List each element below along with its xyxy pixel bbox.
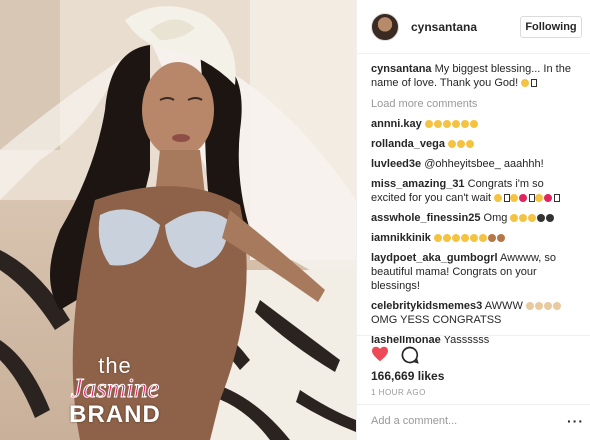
grin-emoji-icon [442,234,451,242]
comment-username[interactable]: luvleed3e [371,158,421,170]
clap-emoji-icon [552,302,561,310]
emoji-icon [535,194,544,202]
heart-eyes-emoji-icon [519,214,528,222]
comment: iamnikkinik [371,231,581,245]
heart-eyes-emoji-icon [469,120,478,128]
comment-username[interactable]: asswhole_finessin25 [371,212,480,224]
header-username[interactable]: cynsantana [411,20,477,34]
heart-eyes-emoji-icon [466,140,475,148]
post-timestamp: 1 HOUR AGO [371,388,426,397]
heart-eyes-emoji-icon [460,120,469,128]
caption: cynsantana My biggest blessing... In the… [371,62,581,90]
comment-text-continued: OMG YESS CONGRATSS [371,314,502,326]
clap-emoji-icon [525,302,534,310]
heart-emoji-icon [544,194,553,202]
unsupported-glyph-icon [531,79,538,87]
emoji-icon [494,194,503,202]
family-emoji-icon [496,234,505,242]
heart-eyes-emoji-icon [448,140,457,148]
comment: luvleed3e @ohheyitsbee_ aaahhh! [371,157,581,171]
comment-text: AWWW [484,300,523,312]
heart-eyes-emoji-icon [528,214,537,222]
comment: laydpoet_aka_gumbogrl Awwww, so beautifu… [371,251,581,293]
more-options-icon[interactable]: ··· [567,414,584,428]
clap-emoji-icon [543,302,552,310]
emoji-icon [521,79,530,87]
post-sidebar: cynsantana Following cynsantana My bigge… [356,0,590,440]
eyes-emoji-icon [537,214,546,222]
comments-list: cynsantana My biggest blessing... In the… [371,62,581,353]
caption-username[interactable]: cynsantana [371,63,432,75]
heart-emoji-icon [519,194,528,202]
comment: rollanda_vega [371,137,581,151]
grin-emoji-icon [478,234,487,242]
heart-eyes-emoji-icon [433,120,442,128]
unsupported-glyph-icon [554,194,561,202]
comment-username[interactable]: annni.kay [371,118,422,130]
comment-username[interactable]: celebritykidsmemes3 [371,300,482,312]
avatar[interactable] [371,13,399,41]
add-comment-bar: ··· [357,404,590,440]
comment: annni.kay [371,117,581,131]
comment-text: @ohheyitsbee_ aaahhh! [424,158,544,170]
comment-text: Omg [483,212,508,224]
eyes-emoji-icon [546,214,555,222]
likes-count[interactable]: 166,669 likes [371,369,444,383]
heart-eyes-emoji-icon [451,120,460,128]
add-comment-input[interactable] [371,415,551,427]
grin-emoji-icon [433,234,442,242]
post-actions: 166,669 likes 1 HOUR AGO ··· [357,335,590,440]
heart-icon[interactable] [371,346,389,362]
post-header: cynsantana Following [357,0,590,54]
comment-icon[interactable] [401,346,419,364]
clap-emoji-icon [534,302,543,310]
grin-emoji-icon [460,234,469,242]
comment-username[interactable]: laydpoet_aka_gumbogrl [371,252,498,264]
post-photo[interactable]: the Jasmine BRAND [0,0,356,440]
comment: miss_amazing_31 Congrats i'm so excited … [371,177,581,205]
comment: celebritykidsmemes3 AWWW OMG YESS CONGRA… [371,299,581,327]
comment: asswhole_finessin25 Omg [371,211,581,225]
following-button[interactable]: Following [520,16,582,38]
heart-eyes-emoji-icon [510,214,519,222]
photo-illustration [0,0,356,440]
grin-emoji-icon [451,234,460,242]
grin-emoji-icon [469,234,478,242]
heart-eyes-emoji-icon [424,120,433,128]
heart-eyes-emoji-icon [457,140,466,148]
comment-username[interactable]: miss_amazing_31 [371,178,465,190]
comment-username[interactable]: iamnikkinik [371,232,431,244]
load-more-comments-link[interactable]: Load more comments [371,97,581,111]
heart-eyes-emoji-icon [442,120,451,128]
comment-username[interactable]: rollanda_vega [371,138,445,150]
emoji-icon [510,194,519,202]
family-emoji-icon [487,234,496,242]
